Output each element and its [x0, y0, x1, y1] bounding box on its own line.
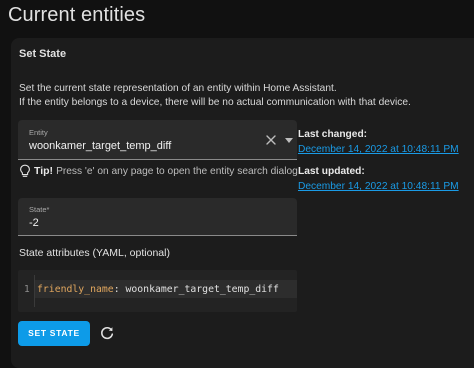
- tip: Tip! Press 'e' on any page to open the e…: [19, 164, 298, 178]
- tip-strong: Tip!: [34, 165, 54, 177]
- set-state-card: Set State Set the current state represen…: [11, 38, 474, 368]
- description: Set the current state representation of …: [19, 82, 411, 110]
- gutter-divider: [34, 275, 35, 307]
- entity-field-value[interactable]: woonkamer_target_temp_diff: [29, 140, 171, 152]
- entity-picker-field[interactable]: Entity woonkamer_target_temp_diff: [18, 120, 297, 160]
- last-updated-label: Last updated:: [298, 166, 365, 177]
- card-title: Set State: [19, 48, 67, 60]
- caret-down-icon[interactable]: [283, 133, 295, 147]
- state-field-label: State*: [29, 205, 50, 214]
- yaml-key: friendly_name: [37, 284, 114, 295]
- line-number: 1: [24, 284, 30, 295]
- yaml-editor[interactable]: 1 friendly_name: woonkamer_target_temp_d…: [18, 270, 297, 312]
- last-updated-value[interactable]: December 14, 2022 at 10:48:11 PM: [298, 181, 459, 192]
- close-icon[interactable]: [264, 133, 278, 147]
- refresh-icon[interactable]: [99, 325, 115, 341]
- last-changed-value[interactable]: December 14, 2022 at 10:48:11 PM: [298, 144, 459, 155]
- code-line[interactable]: friendly_name: woonkamer_target_temp_dif…: [37, 284, 279, 295]
- description-line-2: If the entity belongs to a device, there…: [19, 97, 411, 108]
- description-line-1: Set the current state representation of …: [19, 83, 337, 94]
- last-changed-label: Last changed:: [298, 129, 368, 140]
- attributes-label: State attributes (YAML, optional): [19, 247, 170, 259]
- lightbulb-icon: [20, 164, 30, 177]
- entity-field-label: Entity: [29, 128, 48, 137]
- state-field-value[interactable]: -2: [29, 217, 39, 229]
- yaml-value: woonkamer_target_temp_diff: [119, 284, 279, 295]
- set-state-button[interactable]: SET STATE: [18, 321, 90, 346]
- page-title: Current entities: [8, 4, 146, 26]
- tip-text: Press 'e' on any page to open the entity…: [56, 165, 298, 177]
- state-field[interactable]: State* -2: [18, 198, 297, 236]
